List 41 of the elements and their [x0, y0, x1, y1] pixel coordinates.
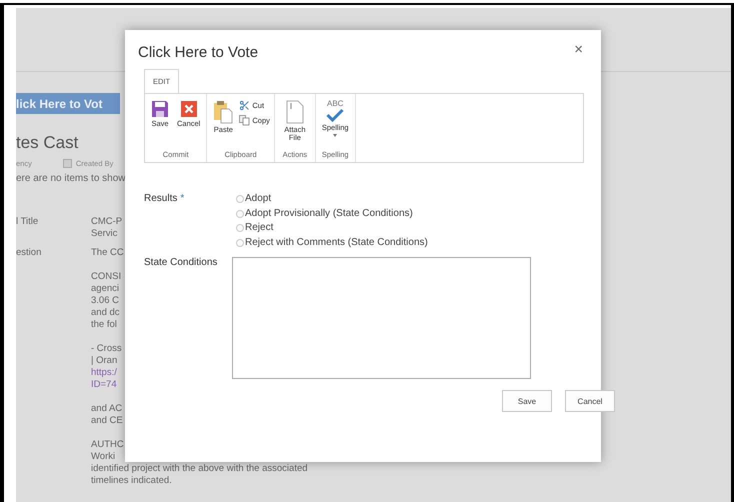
section-title: tes Cast	[16, 133, 78, 153]
copy-icon	[239, 115, 250, 126]
radio-option[interactable]: Adopt	[236, 193, 583, 206]
document-icon	[286, 100, 304, 124]
field-value: - Cross	[91, 343, 122, 355]
field-value: Servic	[91, 228, 118, 240]
field-value: Worki	[91, 451, 116, 463]
radio-option[interactable]: Adopt Provisionally (State Conditions)	[236, 208, 583, 220]
field-value: timelines indicated.	[91, 475, 172, 487]
field-label: State Conditions	[144, 257, 218, 270]
column-checkbox[interactable]	[62, 159, 72, 168]
field-value: The CC	[91, 247, 124, 259]
field-value: | Oran	[91, 355, 118, 367]
save-icon	[151, 100, 169, 118]
cancel-icon	[180, 100, 198, 118]
link[interactable]: ID=74	[91, 379, 117, 391]
field-value: CONSI	[91, 271, 122, 283]
field-label: l Title	[16, 216, 40, 229]
radio-option[interactable]: Reject	[236, 222, 583, 234]
field-value: and AC	[91, 403, 122, 415]
dialog-button[interactable]: Cancel	[565, 390, 615, 412]
field-value: identified project with the above with the associated	[91, 463, 308, 475]
checkmark-icon	[326, 108, 344, 122]
field-value: and CE	[91, 415, 123, 427]
field-value: the fol	[91, 319, 117, 331]
dialog-title: Click Here to Vote	[138, 44, 258, 61]
clipboard-icon	[213, 100, 234, 124]
link[interactable]: https:/	[91, 367, 117, 379]
text-area[interactable]	[232, 257, 531, 379]
scissors-icon	[239, 100, 250, 111]
field-value: and dc	[91, 307, 120, 319]
field-label: estion	[16, 247, 42, 260]
field-value: 3.06 C	[91, 295, 119, 307]
dialog-button[interactable]: Save	[502, 390, 552, 412]
close-button[interactable]: ×	[574, 44, 583, 56]
field-value: AUTHC	[91, 439, 124, 451]
field-value: CMC-P	[91, 216, 122, 228]
empty-message: ere are no items to show	[16, 173, 126, 184]
field-value: agenci	[91, 283, 119, 295]
field-label: Results *	[144, 193, 186, 206]
radio-option[interactable]: Reject with Comments (State Conditions)	[236, 236, 583, 249]
